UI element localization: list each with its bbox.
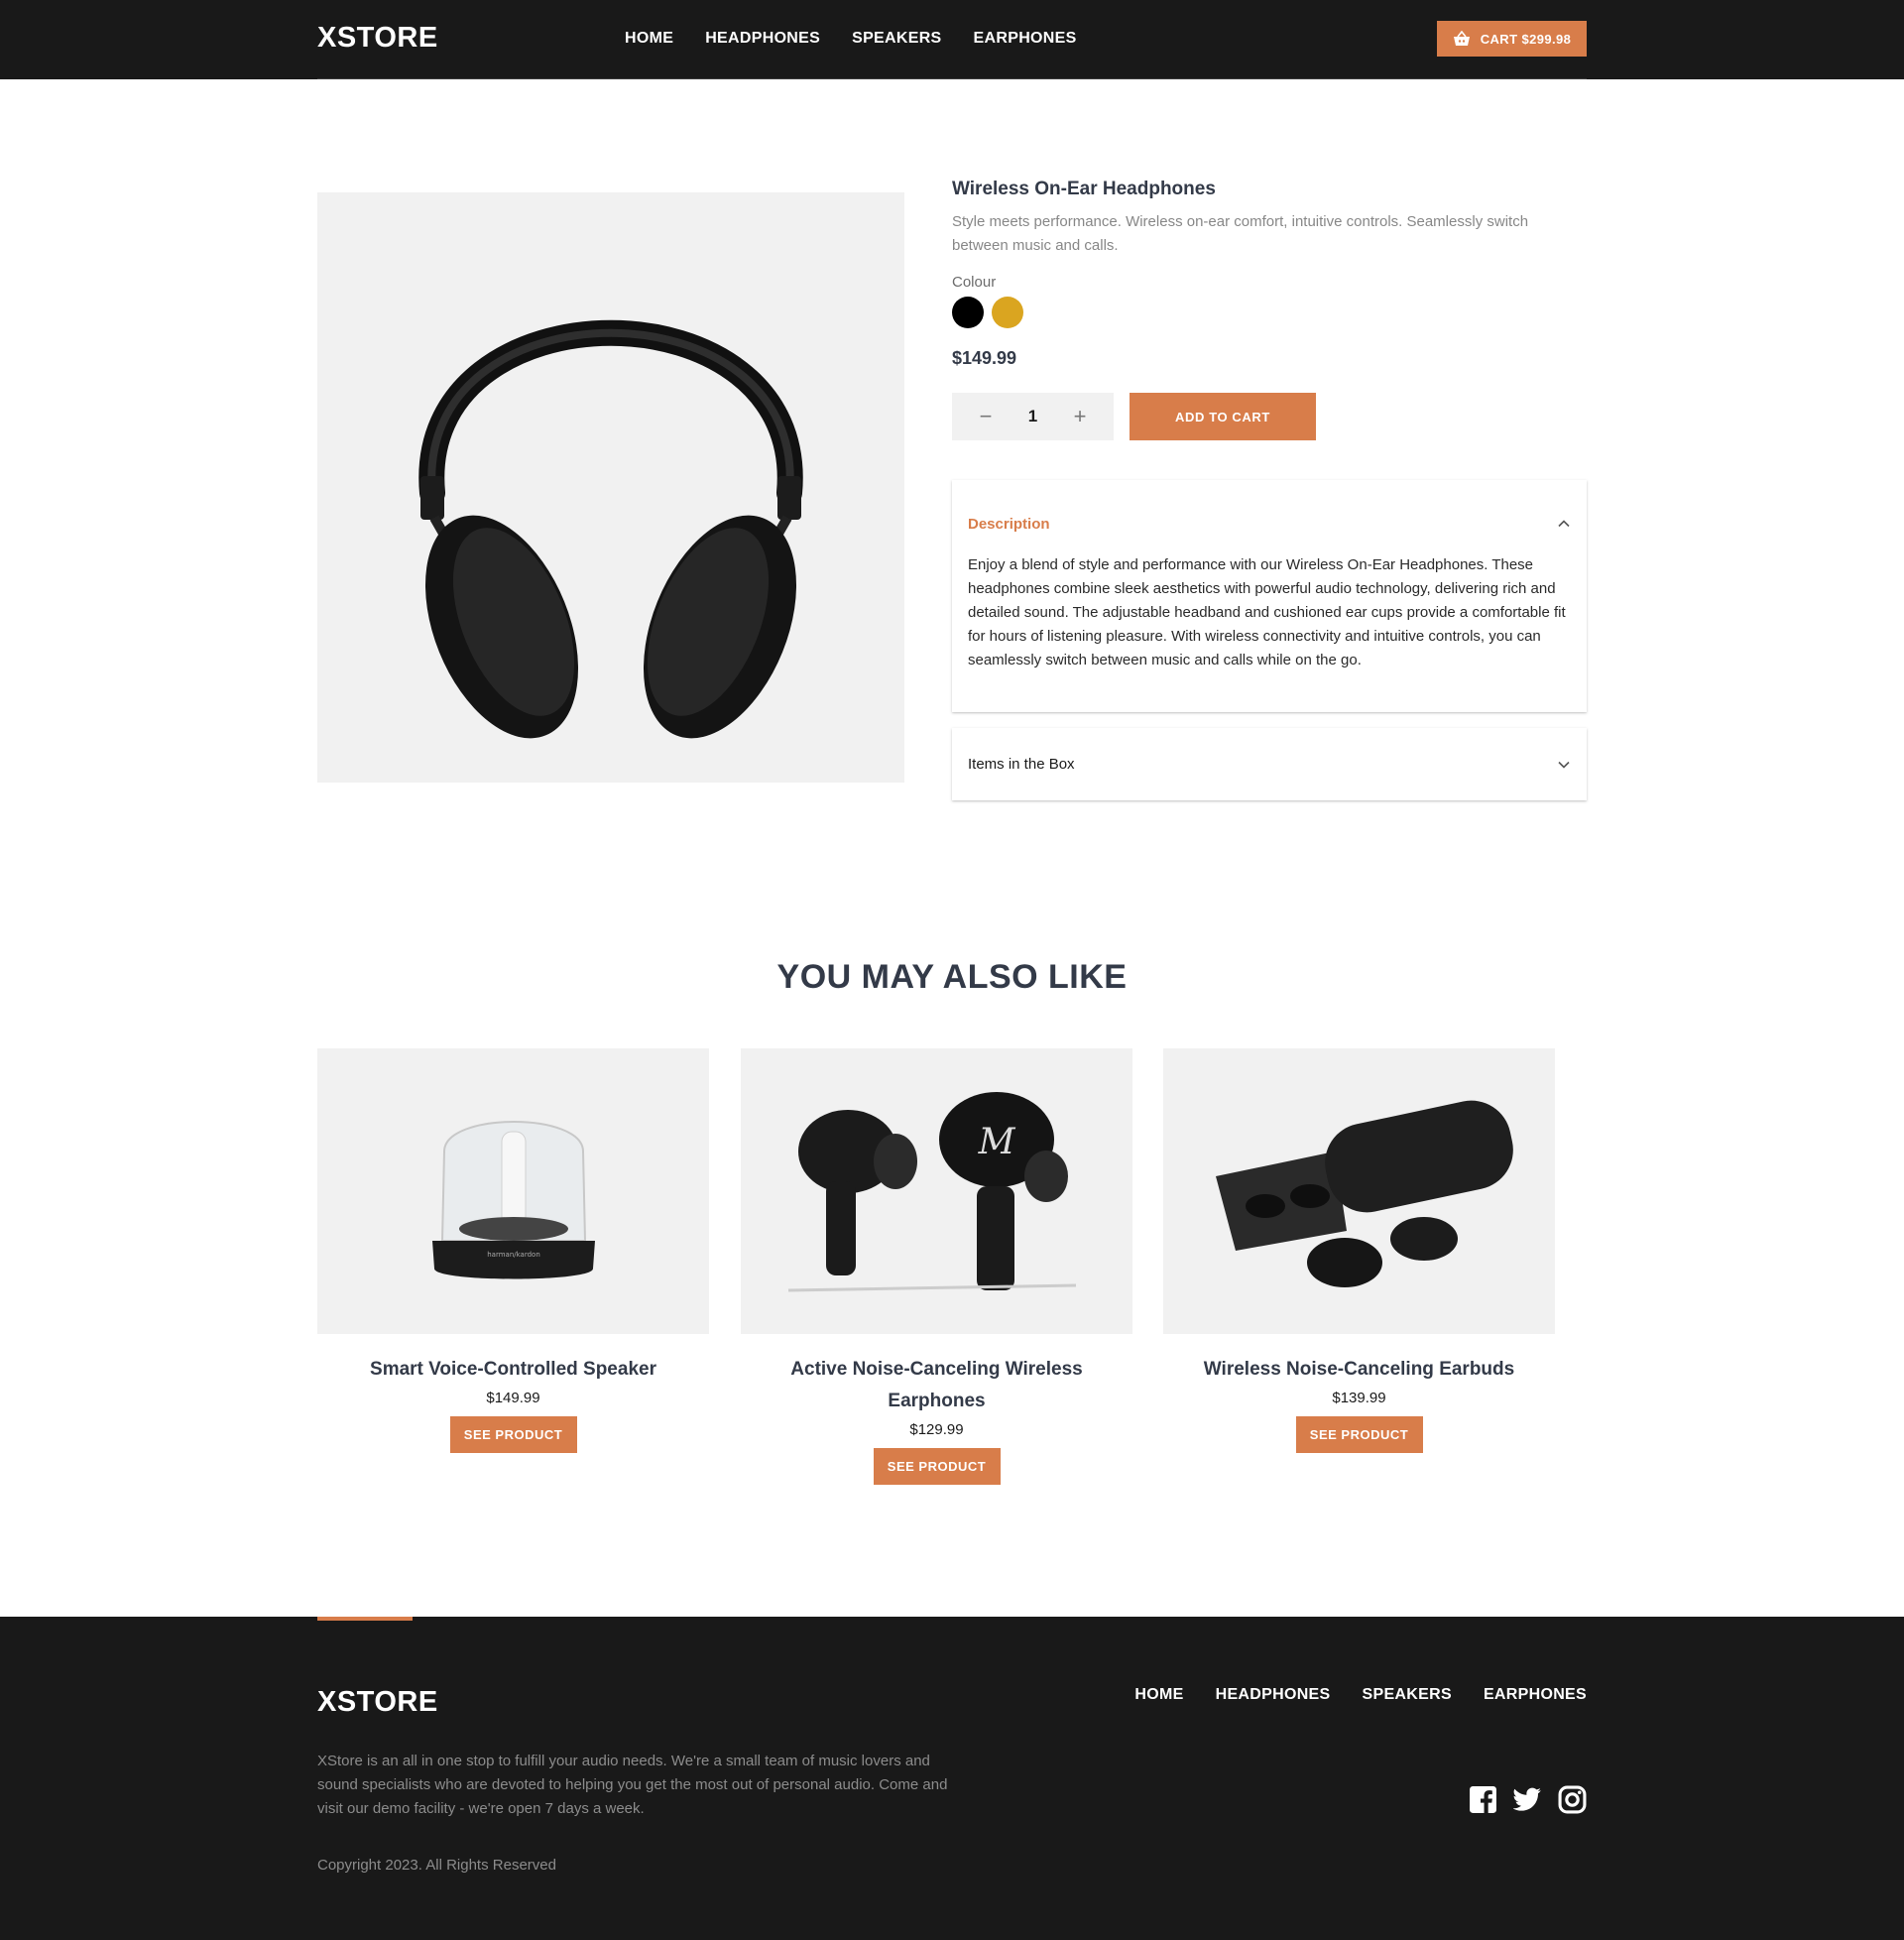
twitter-icon[interactable]	[1513, 1785, 1542, 1814]
add-to-cart-button[interactable]: ADD TO CART	[1130, 393, 1316, 440]
items-title: Items in the Box	[968, 756, 1075, 773]
footer-nav-earphones[interactable]: EARPHONES	[1484, 1686, 1587, 1704]
related-name: Smart Voice-Controlled Speaker	[370, 1359, 656, 1380]
main-nav: HOME HEADPHONES SPEAKERS EARPHONES	[625, 30, 1077, 48]
header-divider	[317, 78, 1587, 79]
related-card-speaker: harman/kardon Smart Voice-Controlled Spe…	[317, 1048, 709, 1453]
colour-swatch-black[interactable]	[952, 297, 984, 328]
earbuds-image	[1163, 1048, 1555, 1334]
related-price: $139.99	[1332, 1390, 1386, 1406]
quantity-stepper: − 1 +	[952, 393, 1114, 440]
related-card-earphones: M Active Noise-Canceling Wireless Earpho…	[741, 1048, 1132, 1485]
footer-about: XStore is an all in one stop to fulfill …	[317, 1753, 948, 1817]
items-accordion: Items in the Box	[952, 728, 1587, 800]
see-product-button[interactable]: SEE PRODUCT	[449, 1416, 577, 1453]
svg-text:harman/kardon: harman/kardon	[487, 1251, 540, 1259]
chevron-down-icon	[1558, 761, 1570, 769]
colour-swatches	[952, 297, 1587, 328]
instagram-icon[interactable]	[1558, 1785, 1587, 1814]
related-card-earbuds: Wireless Noise-Canceling Earbuds $139.99…	[1163, 1048, 1555, 1453]
nav-home[interactable]: HOME	[625, 30, 673, 48]
earphones-icon: M	[787, 1092, 1076, 1292]
product-price: $149.99	[952, 348, 1017, 368]
buy-row: − 1 + ADD TO CART	[952, 393, 1587, 440]
footer-copyright: Copyright 2023. All Rights Reserved	[317, 1857, 556, 1874]
related-price: $149.99	[486, 1390, 540, 1406]
footer-nav-speakers[interactable]: SPEAKERS	[1363, 1686, 1452, 1704]
colour-label: Colour	[952, 274, 997, 291]
related-name: Active Noise-Canceling Wireless Earphone…	[790, 1359, 1083, 1411]
colour-swatch-gold[interactable]	[992, 297, 1023, 328]
product-subtitle: Style meets performance. Wireless on-ear…	[952, 213, 1529, 254]
footer-logo[interactable]: XSTORE	[317, 1686, 438, 1719]
speaker-icon: harman/kardon	[431, 1121, 595, 1279]
nav-headphones[interactable]: HEADPHONES	[705, 30, 820, 48]
site-logo[interactable]: XSTORE	[317, 22, 438, 55]
footer-nav-headphones[interactable]: HEADPHONES	[1216, 1686, 1331, 1704]
social-links	[1469, 1785, 1587, 1814]
chevron-up-icon	[1558, 520, 1570, 528]
headphones-image	[418, 319, 803, 738]
description-title: Description	[968, 515, 1050, 533]
see-product-button[interactable]: SEE PRODUCT	[873, 1448, 1001, 1485]
quantity-value: 1	[1027, 407, 1038, 425]
earphones-image: M	[741, 1048, 1132, 1334]
plus-icon[interactable]: +	[1070, 406, 1090, 427]
earbuds-icon	[1215, 1100, 1513, 1287]
related-price: $129.99	[909, 1421, 964, 1438]
footer-nav-home[interactable]: HOME	[1134, 1686, 1183, 1704]
basket-icon	[1453, 31, 1470, 46]
svg-text:M: M	[977, 1122, 1015, 1162]
facebook-icon[interactable]	[1469, 1785, 1497, 1814]
product-title: Wireless On-Ear Headphones	[952, 179, 1216, 199]
product-info: Wireless On-Ear Headphones Style meets p…	[952, 179, 1587, 440]
cart-label: CART $299.98	[1480, 31, 1572, 47]
description-accordion: Description Enjoy a blend of style and p…	[952, 480, 1587, 712]
related-name: Wireless Noise-Canceling Earbuds	[1203, 1359, 1515, 1380]
footer-nav: HOME HEADPHONES SPEAKERS EARPHONES	[1134, 1686, 1587, 1704]
footer-accent-bar	[317, 1617, 413, 1621]
minus-icon[interactable]: −	[976, 406, 996, 427]
nav-earphones[interactable]: EARPHONES	[974, 30, 1077, 48]
related-title: YOU MAY ALSO LIKE	[776, 958, 1128, 996]
speaker-image: harman/kardon	[317, 1048, 709, 1334]
description-text: Enjoy a blend of style and performance w…	[968, 556, 1566, 668]
items-accordion-header[interactable]: Items in the Box	[952, 728, 1587, 800]
site-header: XSTORE HOME HEADPHONES SPEAKERS EARPHONE…	[0, 0, 1904, 79]
product-image	[317, 192, 904, 783]
see-product-button[interactable]: SEE PRODUCT	[1295, 1416, 1423, 1453]
nav-speakers[interactable]: SPEAKERS	[852, 30, 941, 48]
cart-button[interactable]: CART $299.98	[1437, 21, 1587, 57]
site-footer: XSTORE HOME HEADPHONES SPEAKERS EARPHONE…	[0, 1617, 1904, 1940]
